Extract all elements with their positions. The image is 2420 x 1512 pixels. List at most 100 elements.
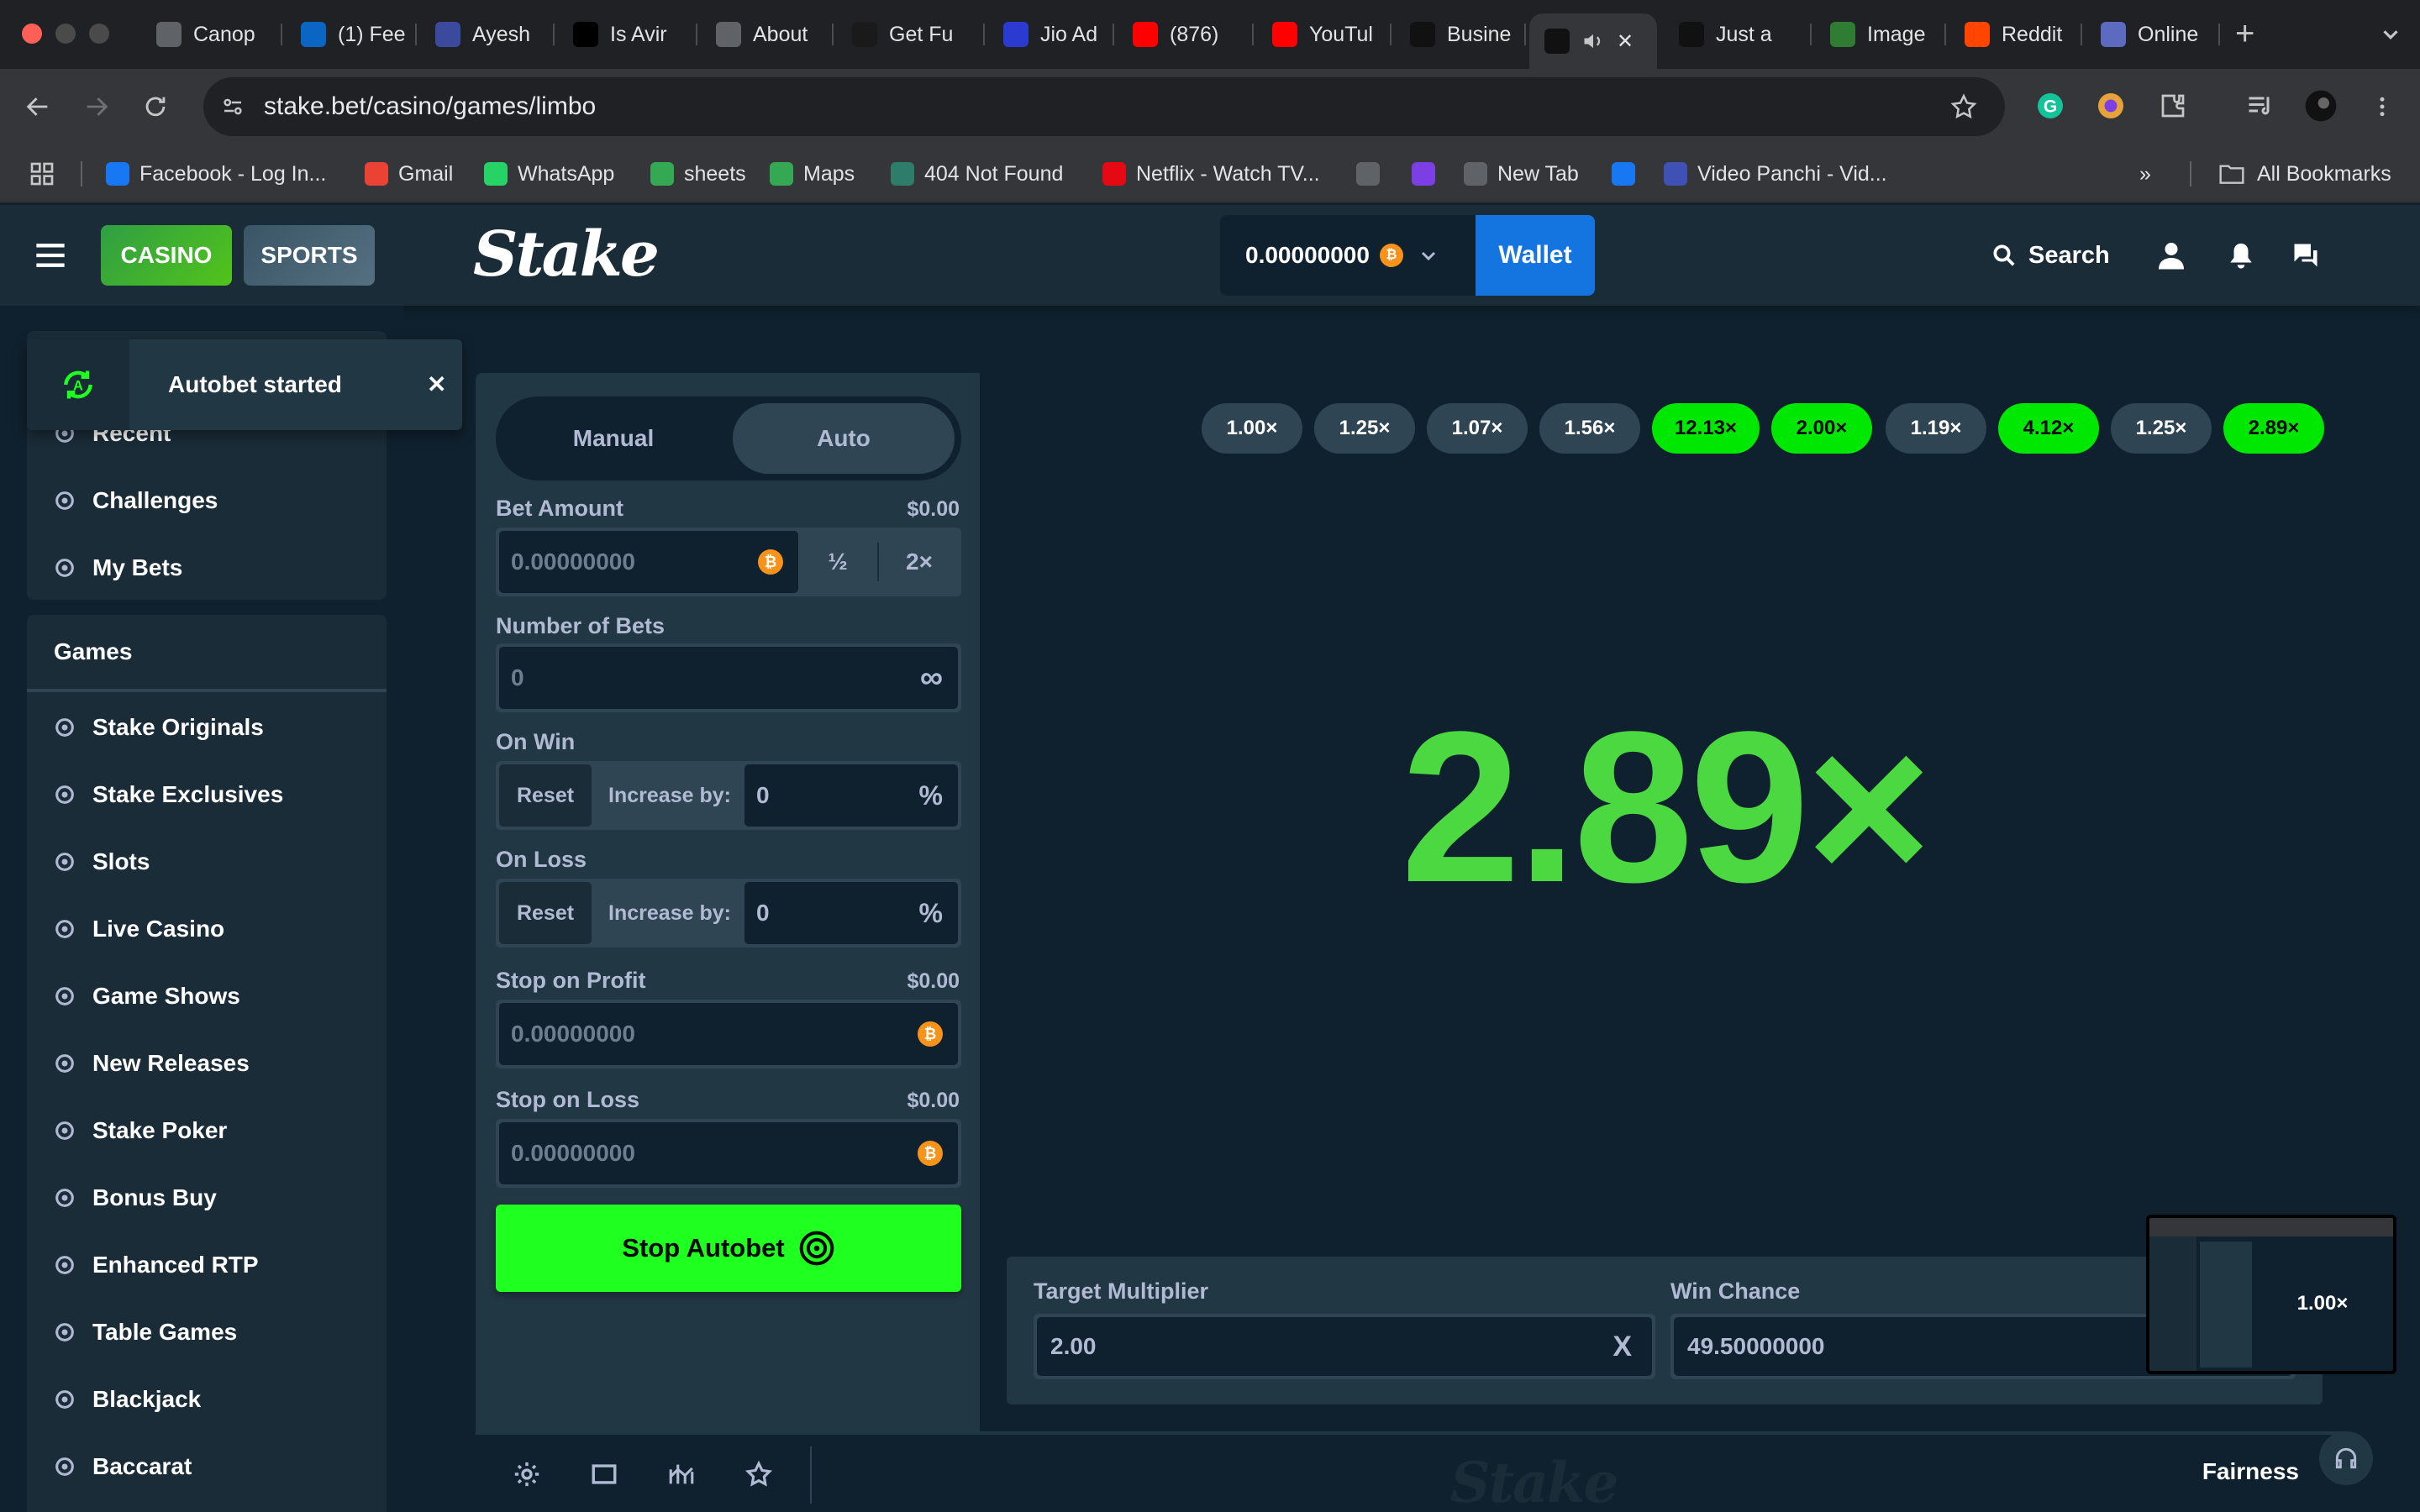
browser-tab[interactable]: Reddit [1949, 13, 2082, 55]
browser-tab[interactable]: (1) Fee [286, 13, 417, 55]
minimize-window-icon[interactable] [55, 24, 76, 44]
casino-toggle-button[interactable]: CASINO [101, 225, 232, 286]
sidebar-item-stake-exclusives[interactable]: Stake Exclusives [27, 761, 387, 828]
on-win-reset-button[interactable]: Reset [499, 764, 592, 827]
address-bar[interactable]: stake.bet/casino/games/limbo [203, 77, 2005, 136]
sidebar-item-my-bets[interactable]: My Bets [27, 534, 387, 601]
browser-tab[interactable]: Busine [1395, 13, 1526, 55]
wallet-button[interactable]: Wallet [1476, 215, 1595, 296]
notifications-bell-icon[interactable] [2227, 240, 2255, 270]
browser-tab[interactable]: Is Avir [558, 13, 697, 55]
close-tab-icon[interactable]: ✕ [1617, 29, 1634, 54]
extensions-icon[interactable] [2158, 91, 2188, 121]
bookmark-item[interactable] [1356, 144, 1390, 203]
menu-hamburger-icon[interactable] [34, 240, 67, 270]
bookmark-star-icon[interactable] [1949, 92, 1978, 121]
target-multiplier-input[interactable]: 2.00 X [1037, 1317, 1652, 1376]
close-window-icon[interactable] [22, 24, 42, 44]
grammarly-extension-icon[interactable]: G [2035, 91, 2065, 121]
forward-icon[interactable] [82, 92, 111, 121]
history-multiplier-pill[interactable]: 2.89× [2223, 403, 2324, 454]
browser-tab[interactable]: Canop [141, 13, 282, 55]
tab-search-icon[interactable] [2378, 22, 2403, 47]
on-loss-reset-button[interactable]: Reset [499, 882, 592, 944]
sidebar-item-stake-originals[interactable]: Stake Originals [27, 694, 387, 761]
browser-tab[interactable]: YouTul [1257, 13, 1392, 55]
on-win-increase-button[interactable]: Increase by: [598, 761, 741, 830]
browser-tab[interactable]: Just a [1664, 13, 1812, 55]
sidebar-item-new-releases[interactable]: New Releases [27, 1030, 387, 1097]
on-loss-increase-button[interactable]: Increase by: [598, 879, 741, 948]
bookmark-item[interactable] [1412, 144, 1445, 203]
favourite-star-icon[interactable] [744, 1460, 773, 1488]
bookmark-item[interactable] [1612, 144, 1645, 203]
new-tab-icon[interactable]: + [2235, 15, 2254, 52]
browser-tab[interactable]: Jio Ad [988, 13, 1114, 55]
history-multiplier-pill[interactable]: 1.56× [1539, 403, 1640, 454]
bookmark-item[interactable]: Video Panchi - Vid... [1664, 144, 1887, 203]
bookmark-item[interactable]: Gmail [365, 144, 453, 203]
stop-loss-input[interactable]: 0.00000000 ₿ [499, 1122, 958, 1184]
stake-logo[interactable]: Stake [473, 218, 660, 291]
browser-tab[interactable]: Image [1815, 13, 1946, 55]
tab-manual[interactable]: Manual [502, 403, 724, 474]
chat-icon[interactable] [2291, 240, 2321, 270]
balance-selector[interactable]: 0.00000000 ₿ [1220, 215, 1476, 296]
toast-close-icon[interactable]: ✕ [427, 339, 446, 430]
browser-tab[interactable]: Online [2086, 13, 2220, 55]
infinity-icon[interactable]: ∞ [920, 647, 943, 709]
tab-auto[interactable]: Auto [733, 403, 955, 474]
bookmark-item[interactable]: New Tab [1464, 144, 1579, 203]
back-icon[interactable] [24, 92, 52, 121]
color-picker-extension-icon[interactable] [2096, 91, 2126, 121]
sidebar-item-game-shows[interactable]: Game Shows [27, 963, 387, 1030]
bookmark-item[interactable]: WhatsApp [484, 144, 614, 203]
history-multiplier-pill[interactable]: 1.19× [1886, 403, 1986, 454]
site-info-icon[interactable] [220, 94, 245, 119]
sidebar-item-challenges[interactable]: Challenges [27, 467, 387, 534]
history-multiplier-pill[interactable]: 12.13× [1652, 403, 1760, 454]
fairness-link[interactable]: Fairness [2202, 1458, 2299, 1485]
history-multiplier-pill[interactable]: 1.07× [1427, 403, 1528, 454]
history-multiplier-pill[interactable]: 1.25× [1314, 403, 1415, 454]
on-win-input[interactable]: 0 % [744, 764, 958, 827]
bookmark-item[interactable]: Facebook - Log In... [106, 144, 326, 203]
half-bet-button[interactable]: ½ [798, 528, 877, 596]
stop-profit-input[interactable]: 0.00000000 ₿ [499, 1003, 958, 1065]
bookmark-item[interactable]: Netflix - Watch TV... [1102, 144, 1320, 203]
support-headset-icon[interactable] [2319, 1431, 2373, 1485]
all-bookmarks-button[interactable]: All Bookmarks [2218, 144, 2391, 203]
reload-icon[interactable] [141, 92, 170, 121]
games-heading[interactable]: Games [27, 615, 387, 692]
profile-avatar[interactable] [2304, 89, 2338, 123]
maximize-window-icon[interactable] [89, 24, 109, 44]
sidebar-item-bonus-buy[interactable]: Bonus Buy [27, 1164, 387, 1231]
sidebar-item-stake-poker[interactable]: Stake Poker [27, 1097, 387, 1164]
more-bookmarks-button[interactable]: » [2139, 144, 2151, 203]
user-icon[interactable] [2156, 240, 2186, 270]
history-multiplier-pill[interactable]: 1.00× [1202, 403, 1302, 454]
bookmark-item[interactable]: 404 Not Found [891, 144, 1063, 203]
stop-autobet-button[interactable]: Stop Autobet [496, 1205, 961, 1292]
sidebar-item-slots[interactable]: Slots [27, 828, 387, 895]
sidebar-item-live-casino[interactable]: Live Casino [27, 895, 387, 963]
clear-x-icon[interactable]: X [1612, 1317, 1632, 1376]
browser-tab[interactable]: Ayesh [420, 13, 555, 55]
bookmark-item[interactable]: Maps [770, 144, 855, 203]
bet-amount-input[interactable]: 0.00000000 ₿ [499, 531, 798, 593]
chrome-menu-icon[interactable] [2370, 92, 2395, 121]
theatre-mode-icon[interactable] [590, 1460, 618, 1488]
num-bets-input[interactable]: 0 ∞ [499, 647, 958, 709]
sidebar-item-table-games[interactable]: Table Games [27, 1299, 387, 1366]
sports-toggle-button[interactable]: SPORTS [244, 225, 375, 286]
search-button[interactable]: Search [1991, 205, 2110, 306]
history-multiplier-pill[interactable]: 4.12× [1998, 403, 2099, 454]
history-multiplier-pill[interactable]: 2.00× [1771, 403, 1872, 454]
sidebar-item-baccarat[interactable]: Baccarat [27, 1433, 387, 1500]
media-controls-icon[interactable] [2245, 91, 2275, 121]
sidebar-item-enhanced-rtp[interactable]: Enhanced RTP [27, 1231, 387, 1299]
apps-grid-icon[interactable] [29, 160, 55, 187]
history-multiplier-pill[interactable]: 1.25× [2111, 403, 2212, 454]
browser-tab[interactable]: About [701, 13, 834, 55]
picture-in-picture-preview[interactable]: 1.00× [2146, 1215, 2396, 1374]
